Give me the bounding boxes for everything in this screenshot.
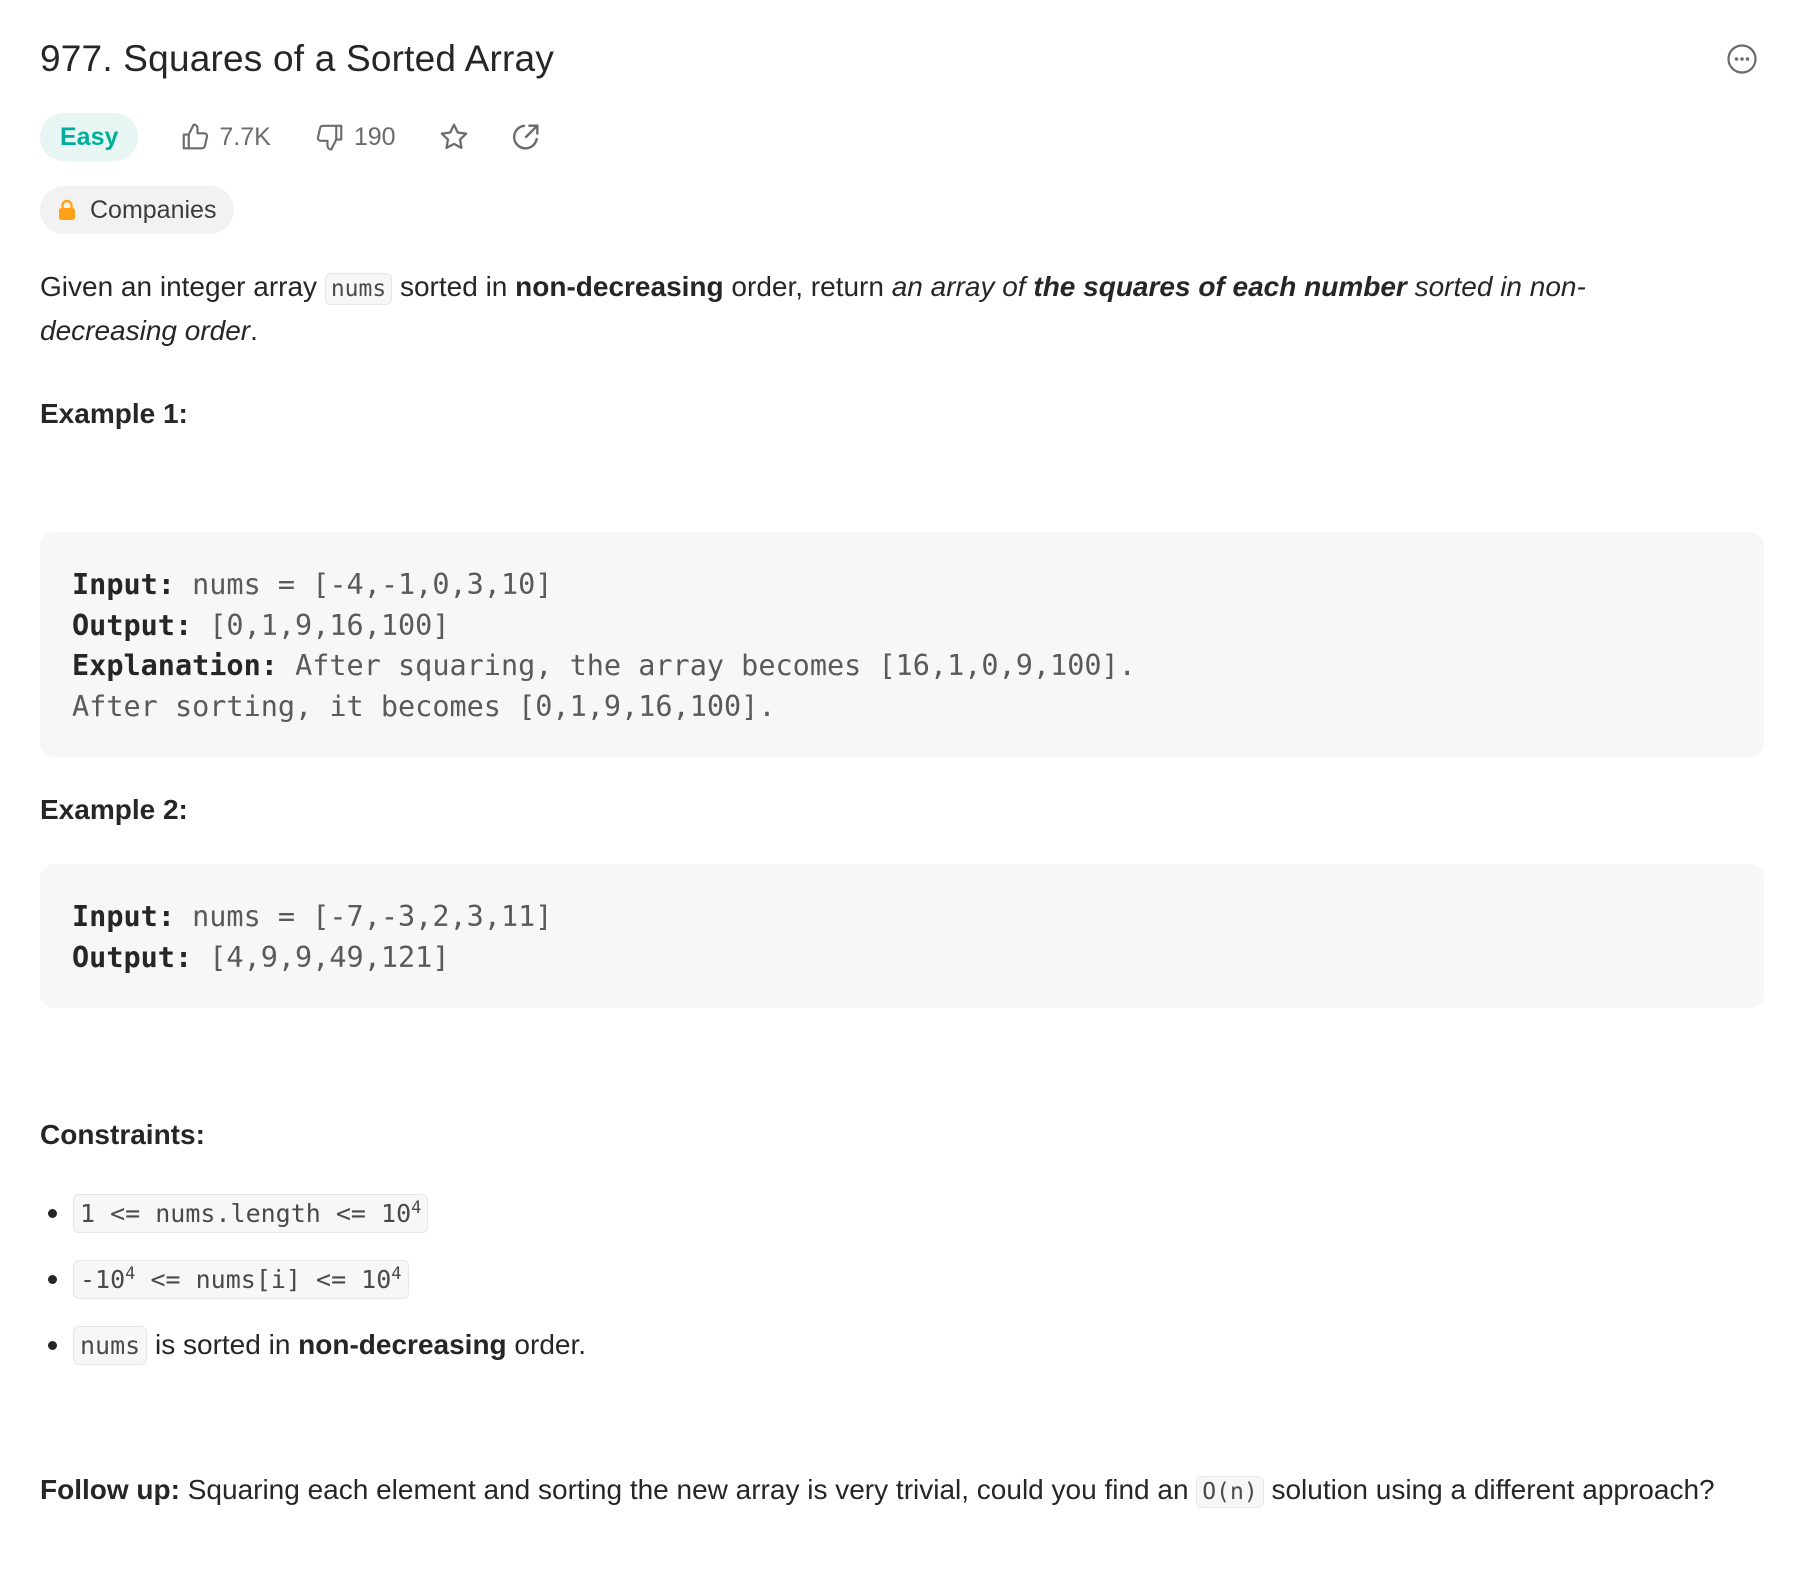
companies-tag[interactable]: Companies (40, 186, 235, 234)
constraint-text: -10 (80, 1264, 126, 1294)
like-button[interactable]: 7.7K (180, 122, 271, 152)
like-count: 7.7K (219, 122, 271, 151)
constraint-text: <= nums[i] <= 10 (135, 1264, 392, 1294)
constraint-code: -104 <= nums[i] <= 104 (73, 1259, 409, 1299)
favorite-button[interactable] (438, 121, 470, 153)
follow-up-text: Squaring each element and sorting the ne… (179, 1474, 1197, 1505)
constraints-list: 1 <= nums.length <= 104 -104 <= nums[i] … (40, 1180, 1740, 1378)
constraint-text: 1 <= nums.length <= 10 (80, 1198, 412, 1228)
statement-text: Given an integer array (40, 271, 325, 302)
example-2-heading: Example 2: (40, 794, 188, 825)
dislike-count: 190 (353, 122, 396, 151)
list-item: 1 <= nums.length <= 104 (40, 1180, 1740, 1246)
statement-bold: non-decreasing (515, 271, 724, 302)
star-icon (440, 123, 467, 150)
thumbs-down-icon (316, 124, 343, 151)
inline-code-nums: nums (324, 273, 393, 305)
list-item: -104 <= nums[i] <= 104 (40, 1246, 1740, 1312)
output-label: Output: (72, 608, 193, 642)
follow-up-label: Follow up: (40, 1474, 180, 1505)
example-1-block: Input: nums = [-4,-1,0,3,10] Output: [0,… (40, 532, 1764, 757)
superscript: 4 (391, 1263, 402, 1284)
follow-up: Follow up: Squaring each element and sor… (40, 1469, 1730, 1513)
input-value: nums = [-4,-1,0,3,10] (174, 568, 553, 601)
statement-text: order, return (723, 271, 892, 302)
list-item: nums is sorted in non-decreasing order. (40, 1312, 1740, 1378)
inline-code-nums: nums (73, 1325, 148, 1365)
example-2-output: Output: [4,9,9,49,121] (72, 938, 1732, 979)
example-1-heading: Example 1: (40, 398, 188, 429)
dislike-button[interactable]: 190 (315, 122, 396, 152)
superscript: 4 (125, 1263, 136, 1284)
example-2-block: Input: nums = [-7,-3,2,3,11] Output: [4,… (40, 864, 1764, 1008)
more-icon (1727, 44, 1757, 74)
constraints-heading: Constraints: (40, 1119, 205, 1150)
example-1-explanation-line2: After sorting, it becomes [0,1,9,16,100]… (72, 689, 776, 723)
statement-text: sorted in (392, 271, 516, 302)
input-label: Input: (72, 568, 175, 601)
output-value: [0,1,9,16,100] (192, 608, 450, 642)
constraint-text: is sorted in (147, 1329, 299, 1360)
problem-statement: Given an integer array nums sorted in no… (40, 266, 1720, 352)
statement-text: . (250, 315, 258, 346)
example-1-output: Output: [0,1,9,16,100] (72, 606, 1732, 647)
output-value: [4,9,9,49,121] (192, 940, 450, 974)
more-options-button[interactable] (1726, 43, 1758, 75)
lock-icon (59, 199, 75, 220)
difficulty-badge: Easy (40, 113, 139, 161)
problem-meta-row: Easy 7.7K 190 (40, 113, 542, 161)
input-label: Input: (72, 900, 175, 933)
companies-label: Companies (90, 195, 217, 224)
statement-bold-italic: the squares of each number (1033, 271, 1407, 302)
input-value: nums = [-7,-3,2,3,11] (174, 900, 553, 933)
problem-title: 977. Squares of a Sorted Array (40, 38, 555, 79)
constraint-code: 1 <= nums.length <= 104 (73, 1193, 429, 1233)
share-button[interactable] (510, 121, 542, 153)
example-1-explanation: Explanation: After squaring, the array b… (72, 646, 1732, 687)
follow-up-text: solution using a different approach? (1263, 1474, 1715, 1505)
share-icon (512, 124, 539, 150)
inline-code-complexity: O(n) (1196, 1476, 1264, 1508)
explanation-value: After squaring, the array becomes [16,1,… (277, 649, 1136, 682)
explanation-label: Explanation: (72, 649, 278, 682)
example-2-input: Input: nums = [-7,-3,2,3,11] (72, 897, 1732, 938)
superscript: 4 (411, 1197, 422, 1218)
example-1-input: Input: nums = [-4,-1,0,3,10] (72, 565, 1732, 606)
output-label: Output: (72, 940, 193, 974)
thumbs-up-icon (183, 123, 209, 150)
constraint-bold: non-decreasing (298, 1329, 507, 1360)
statement-italic: an array of (891, 271, 1034, 302)
constraint-text: order. (506, 1329, 587, 1360)
